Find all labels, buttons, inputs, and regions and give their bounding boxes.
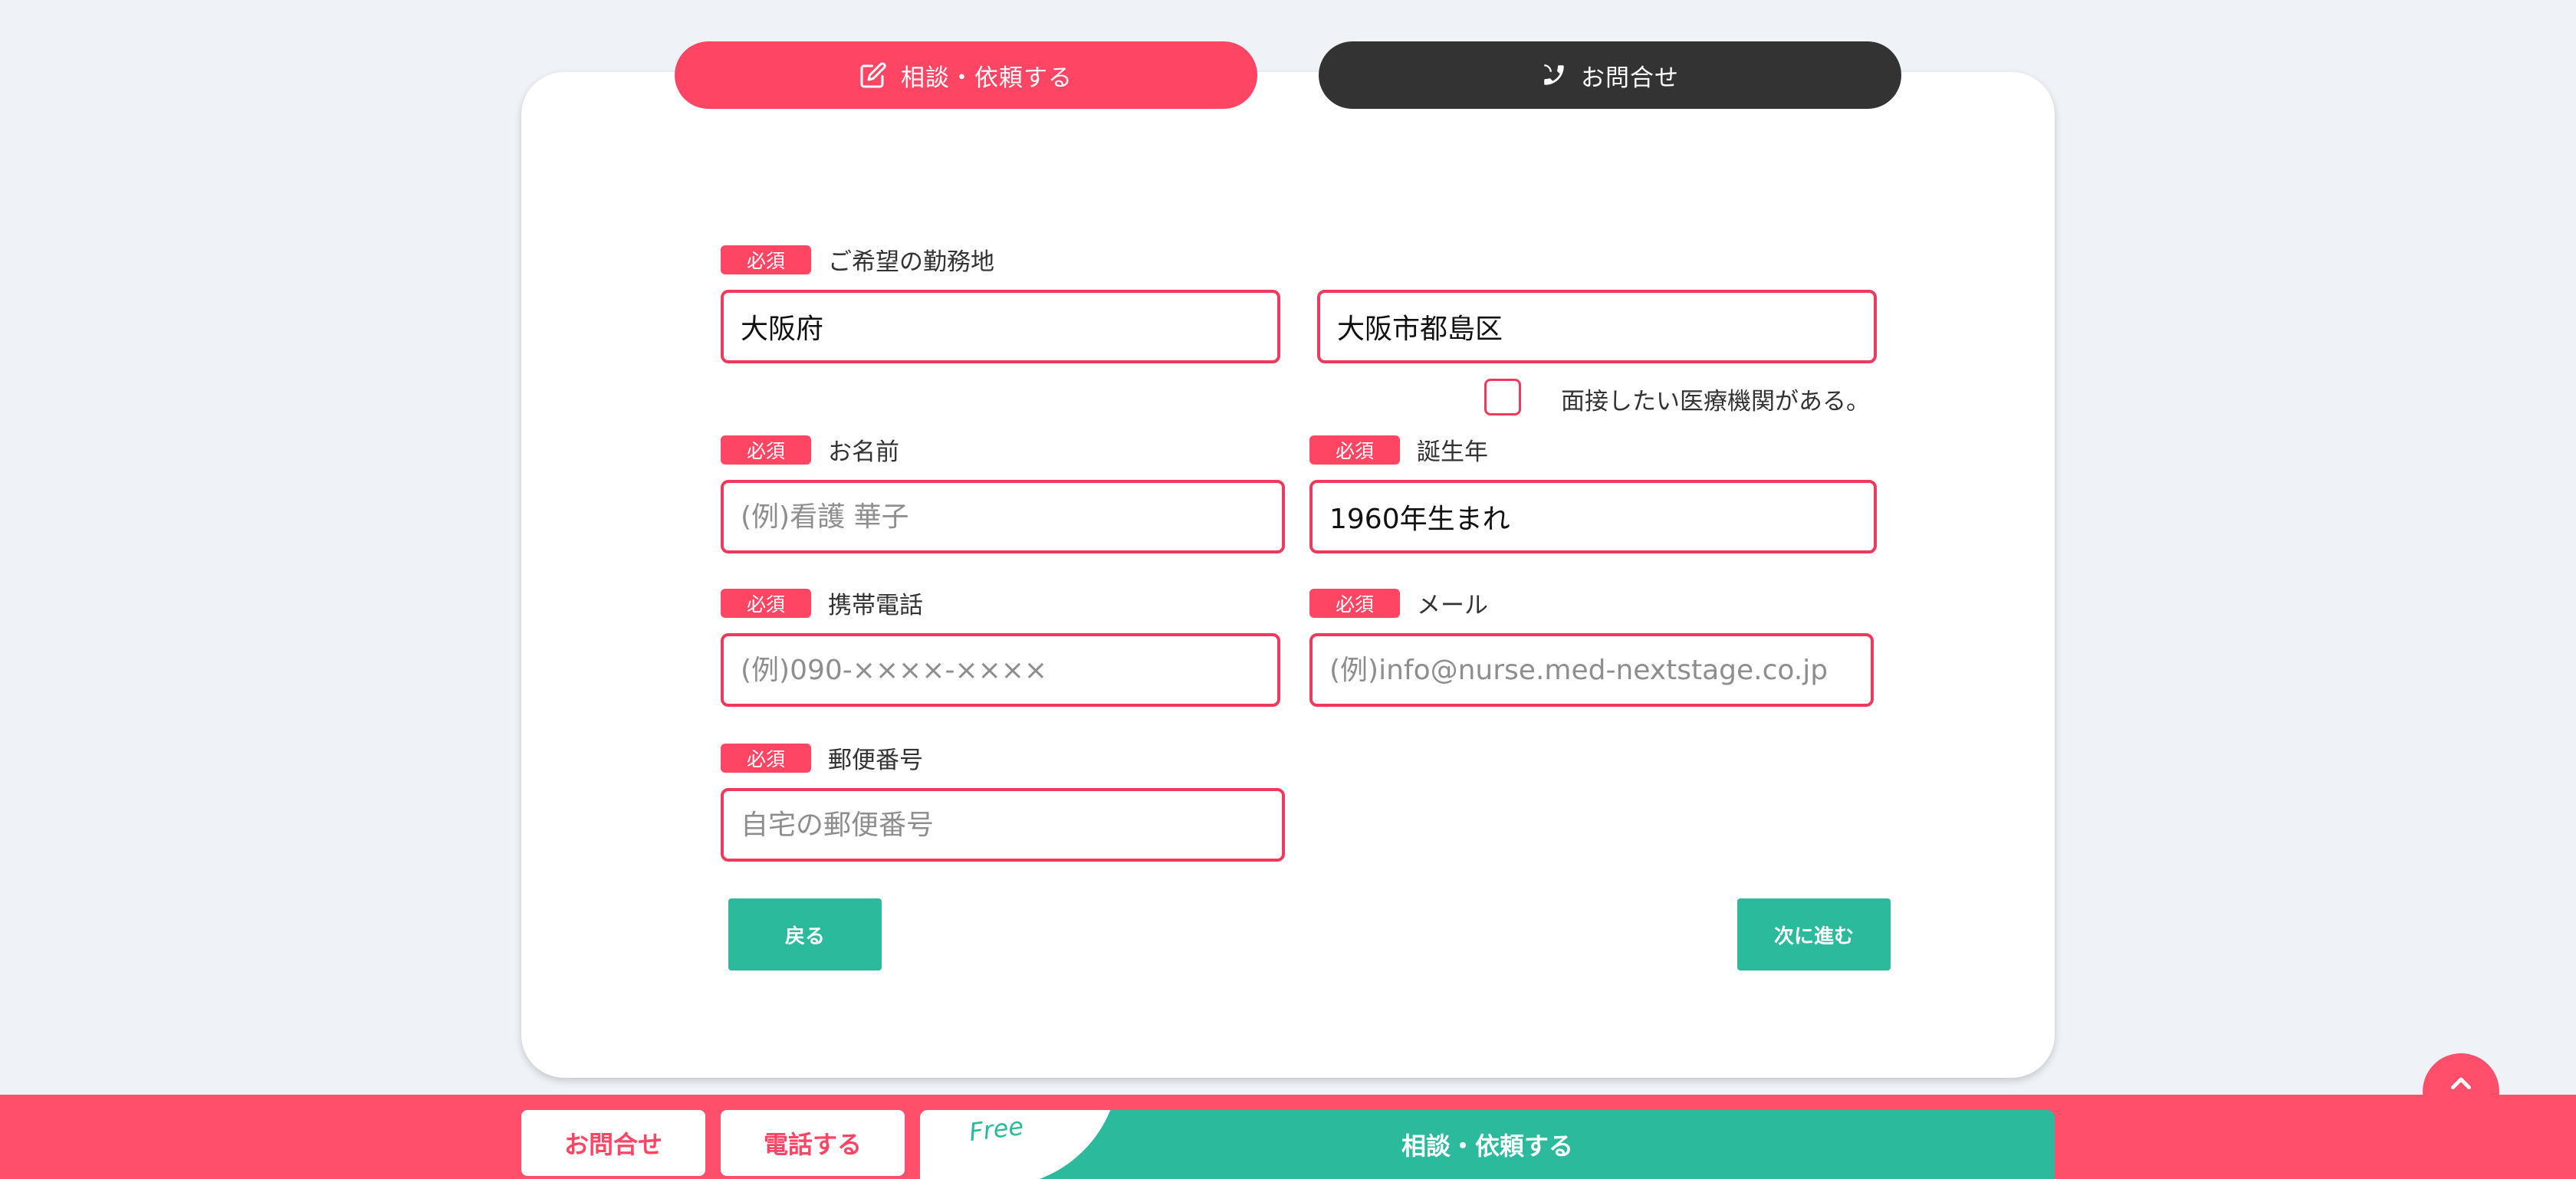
back-button-label: 戻る [784, 924, 825, 948]
postal-label: 必須 郵便番号 [721, 741, 923, 775]
tab-consult-label: 相談・依頼する [901, 64, 1073, 92]
required-badge: 必須 [721, 245, 811, 274]
postal-field[interactable] [721, 788, 1285, 862]
scroll-top-button[interactable] [2423, 1053, 2499, 1130]
interview-checkbox-label: 面接したい医療機関がある。 [1561, 388, 1870, 415]
next-button[interactable]: 次に進む [1737, 898, 1891, 970]
mobile-label: 必須 携帯電話 [721, 586, 923, 620]
birth-year-label: 必須 誕生年 [1309, 432, 1488, 467]
back-button[interactable]: 戻る [728, 898, 882, 970]
tab-inquiry[interactable]: お問合せ [1319, 41, 1901, 109]
required-badge: 必須 [1309, 435, 1400, 465]
name-label: 必須 お名前 [721, 432, 899, 467]
birth-year-field[interactable] [1309, 480, 1877, 553]
name-field[interactable] [721, 480, 1285, 553]
email-label-text: メール [1417, 592, 1488, 619]
bottom-inquiry-button[interactable]: お問合せ [521, 1110, 705, 1176]
workplace-label-text: ご希望の勤務地 [828, 248, 994, 276]
name-label-text: お名前 [828, 438, 899, 466]
edit-icon [859, 61, 887, 89]
email-label: 必須 メール [1309, 586, 1488, 620]
mobile-field[interactable] [721, 633, 1280, 707]
bottom-call-button[interactable]: 電話する [721, 1110, 905, 1176]
required-badge: 必須 [721, 743, 811, 773]
bottom-inquiry-label: お問合せ [564, 1130, 662, 1159]
phone-icon [1541, 62, 1567, 88]
required-badge: 必須 [1309, 588, 1400, 618]
bottom-consult-button[interactable]: Free 相談・依頼する [920, 1110, 2055, 1179]
next-button-label: 次に進む [1773, 924, 1854, 948]
city-field[interactable] [1317, 290, 1877, 363]
mobile-label-text: 携帯電話 [828, 592, 923, 619]
email-field[interactable] [1309, 633, 1874, 707]
bottom-consult-label: 相談・依頼する [1401, 1131, 1573, 1161]
prefecture-field[interactable] [721, 290, 1280, 363]
postal-label-text: 郵便番号 [828, 747, 923, 774]
tab-inquiry-label: お問合せ [1581, 64, 1679, 92]
required-badge: 必須 [721, 588, 811, 618]
bottom-call-label: 電話する [763, 1130, 862, 1159]
birth-year-label-text: 誕生年 [1417, 438, 1488, 466]
workplace-label: 必須 ご希望の勤務地 [721, 242, 994, 277]
required-badge: 必須 [721, 435, 811, 465]
tab-consult[interactable]: 相談・依頼する [675, 41, 1257, 109]
interview-checkbox[interactable] [1484, 379, 1521, 415]
